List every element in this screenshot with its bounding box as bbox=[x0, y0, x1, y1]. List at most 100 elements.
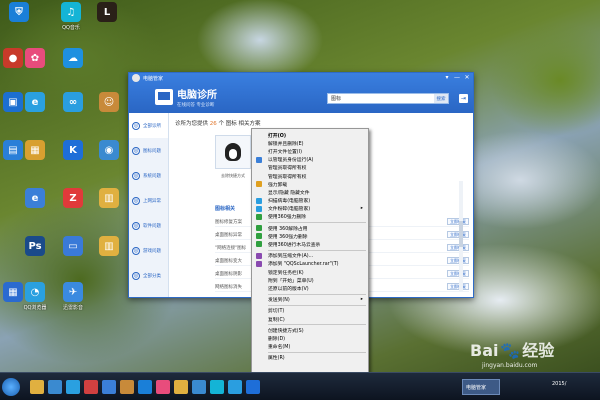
context-menu-item[interactable]: 复制(C) bbox=[252, 315, 368, 323]
context-menu-item[interactable]: 使用360强力删除 bbox=[252, 213, 368, 221]
desktop-shortcut-icon[interactable]: ⛨ bbox=[6, 2, 32, 42]
taskbar-app-icon[interactable] bbox=[66, 380, 80, 394]
context-menu-item[interactable]: 扫描病毒(电脑管家) bbox=[252, 197, 368, 205]
desktop-shortcut-icon[interactable]: L bbox=[94, 2, 120, 42]
context-menu-item[interactable]: 重命名(M) bbox=[252, 343, 368, 351]
fix-now-button[interactable]: 立即修复 bbox=[447, 244, 469, 251]
window-header: 电脑管家 ▾ — ✕ 电脑诊所 在线问答 专业诊断 图标 搜索 ⇥ bbox=[129, 73, 473, 113]
shortcut-glyph-icon: ☺ bbox=[99, 92, 119, 112]
desktop-shortcut-icon[interactable]: ∞ bbox=[60, 92, 86, 132]
fix-now-button[interactable]: 立即修复 bbox=[447, 218, 469, 225]
category-icon: ◎ bbox=[132, 171, 140, 180]
sidebar-item-label: 全部诊所 bbox=[143, 123, 161, 129]
taskbar-active-app[interactable]: 电脑管家 bbox=[462, 379, 500, 395]
paw-icon: 🐾 bbox=[500, 341, 521, 360]
menu-separator bbox=[268, 222, 366, 224]
taskbar-app-icon[interactable] bbox=[192, 380, 206, 394]
search-input[interactable]: 图标 bbox=[328, 95, 434, 102]
menu-item-icon bbox=[256, 260, 262, 267]
desktop-shortcut-icon[interactable]: e bbox=[22, 188, 48, 228]
context-menu-item[interactable]: 打开文件位置(I) bbox=[252, 147, 368, 155]
brand-subtitle: 在线问答 专业诊断 bbox=[177, 103, 215, 108]
sidebar-item[interactable]: ◎ 全部分类 bbox=[129, 263, 168, 288]
taskbar-app-icon[interactable] bbox=[84, 380, 98, 394]
desktop-shortcut-icon[interactable]: ◉ bbox=[96, 140, 122, 180]
desktop-shortcut-icon[interactable]: ▥ bbox=[96, 236, 122, 276]
search-button[interactable]: 搜索 bbox=[434, 94, 448, 103]
desktop-shortcut-icon[interactable]: ✿ bbox=[22, 48, 48, 88]
taskbar-app-icon[interactable] bbox=[120, 380, 134, 394]
window-controls: ▾ — ✕ bbox=[443, 74, 471, 81]
fix-now-button[interactable]: 立即修复 bbox=[447, 257, 469, 264]
context-menu-item[interactable]: 添加到 "QQScLauncher.rar"(T) bbox=[252, 260, 368, 268]
context-menu-item[interactable]: 删除(D) bbox=[252, 334, 368, 342]
context-menu-item[interactable]: 添加到压缩文件(A)... bbox=[252, 252, 368, 260]
context-menu-item[interactable]: 管理员取得所有权 bbox=[252, 172, 368, 180]
context-menu-item[interactable]: 附到「开始」菜单(U) bbox=[252, 276, 368, 284]
sidebar-item[interactable]: ◎ 游戏问题 bbox=[129, 238, 168, 263]
desktop-shortcut-icon[interactable]: ♫ QQ音乐 bbox=[58, 2, 84, 42]
context-menu-item[interactable]: 剪切(T) bbox=[252, 307, 368, 315]
context-menu-item[interactable]: 使用 360解除占用 bbox=[252, 224, 368, 232]
taskbar-app-icon[interactable] bbox=[228, 380, 242, 394]
scrollbar[interactable] bbox=[459, 181, 463, 291]
desktop-shortcut-icon[interactable]: Z bbox=[60, 188, 86, 228]
context-menu-item[interactable]: 解锁并且删除(E) bbox=[252, 139, 368, 147]
close-button[interactable]: ✕ bbox=[463, 74, 471, 81]
taskbar-clock[interactable]: 2015/ bbox=[552, 381, 566, 387]
watermark-url: jingyan.baidu.com bbox=[482, 362, 538, 369]
baidu-watermark: Bai 🐾 经验 jingyan.baidu.com bbox=[470, 337, 596, 377]
shortcut-glyph-icon: Z bbox=[63, 188, 83, 208]
taskbar-app-icon[interactable] bbox=[210, 380, 224, 394]
context-menu-item[interactable]: 创建快捷方式(S) bbox=[252, 326, 368, 334]
taskbar-app-icon[interactable] bbox=[138, 380, 152, 394]
minimize-button[interactable]: — bbox=[453, 74, 461, 81]
skin-button[interactable]: ▾ bbox=[443, 74, 451, 81]
desktop-shortcut-icon[interactable]: K bbox=[60, 140, 86, 180]
taskbar-app-icon[interactable] bbox=[156, 380, 170, 394]
desktop-shortcut-icon[interactable]: ▭ bbox=[60, 236, 86, 276]
desktop-shortcut-icon[interactable]: ☺ bbox=[96, 92, 122, 132]
desktop-shortcut-icon[interactable]: ▦ bbox=[22, 140, 48, 180]
fix-now-button[interactable]: 立即修复 bbox=[447, 270, 469, 277]
desktop-shortcut-icon[interactable]: Ps bbox=[22, 236, 48, 276]
context-menu-item[interactable]: 发送到(N) ▸ bbox=[252, 296, 368, 304]
taskbar-app-icon[interactable] bbox=[48, 380, 62, 394]
desktop-shortcut-icon[interactable]: ✈ 迅雷影音 bbox=[60, 282, 86, 322]
context-menu-item[interactable]: 管理员取得所有权 bbox=[252, 164, 368, 172]
sidebar-item[interactable]: ◎ 上网异常 bbox=[129, 188, 168, 213]
context-menu-item[interactable]: 还原以前的版本(V) bbox=[252, 284, 368, 292]
solution-card[interactable] bbox=[215, 135, 251, 169]
taskbar-app-icon[interactable] bbox=[246, 380, 260, 394]
menu-separator bbox=[268, 324, 366, 326]
sidebar-item[interactable]: ◎ 软件问题 bbox=[129, 213, 168, 238]
scrollbar-thumb[interactable] bbox=[459, 221, 463, 247]
context-menu-item[interactable]: 锁定到任务栏(K) bbox=[252, 268, 368, 276]
taskbar-app-icon[interactable] bbox=[102, 380, 116, 394]
sidebar-item[interactable]: ◎ 图标问题 bbox=[129, 138, 168, 163]
desktop-shortcut-icon[interactable]: ☁ bbox=[60, 48, 86, 88]
start-button[interactable] bbox=[2, 378, 20, 396]
desktop-shortcut-icon[interactable]: ▥ bbox=[96, 188, 122, 228]
context-menu-item[interactable]: 文件粉碎(电脑管家) ▸ bbox=[252, 205, 368, 213]
context-menu-item[interactable]: 显示/隐藏 隐藏文件 bbox=[252, 188, 368, 196]
avatar[interactable] bbox=[132, 74, 140, 82]
context-menu-item[interactable]: 打开(O) bbox=[252, 131, 368, 139]
export-icon[interactable]: ⇥ bbox=[459, 94, 468, 103]
brand: 电脑诊所 在线问答 专业诊断 bbox=[155, 86, 217, 108]
sidebar-item[interactable]: ◎ 系统问题 bbox=[129, 163, 168, 188]
taskbar-app-icon[interactable] bbox=[30, 380, 44, 394]
context-menu-item[interactable]: 属性(R) bbox=[252, 354, 368, 362]
context-menu-item[interactable]: 使用360进行木马云查杀 bbox=[252, 240, 368, 248]
taskbar-app-icon[interactable] bbox=[174, 380, 188, 394]
desktop-shortcut-icon[interactable]: e bbox=[22, 92, 48, 132]
menu-separator bbox=[268, 304, 366, 306]
desktop-shortcut-icon[interactable]: ◔ QQ浏览器 bbox=[22, 282, 48, 322]
context-menu-item[interactable]: 强力卸载 bbox=[252, 180, 368, 188]
fix-now-button[interactable]: 立即修复 bbox=[447, 283, 469, 290]
context-menu-item[interactable]: 使用 360强力删除 bbox=[252, 232, 368, 240]
context-menu-item-label: 删除(D) bbox=[268, 336, 286, 342]
fix-now-button[interactable]: 立即修复 bbox=[447, 231, 469, 238]
context-menu-item[interactable]: 以管理员身份运行(A) bbox=[252, 156, 368, 164]
sidebar-item[interactable]: ◎ 全部诊所 bbox=[129, 113, 168, 138]
